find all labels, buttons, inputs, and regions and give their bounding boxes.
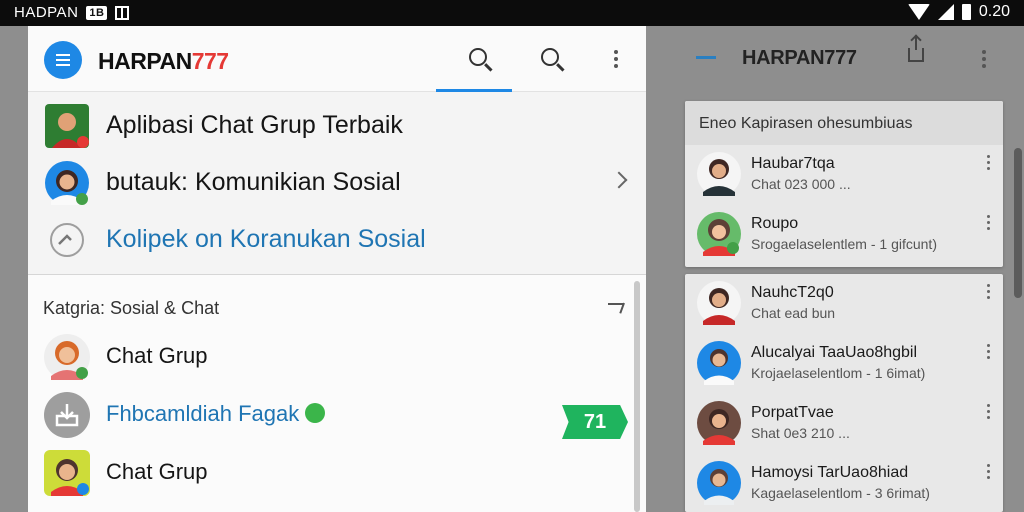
chat-row[interactable]: Haubar7tqa Chat 023 000 ... [685,145,1003,205]
chat-card: NauhcT2q0 Chat ead bun Alucalyai TaaUao8… [685,274,1003,512]
status-time: 0.20 [978,3,1010,20]
featured-link[interactable]: Kolipek on Koranukan Sosial [106,225,426,254]
chat-preview: Shat 0e3 210 ... [751,425,850,441]
chat-row[interactable]: NauhcT2q0 Chat ead bun [685,274,1003,334]
chat-row[interactable]: Hamoysi TarUao8hiad Kagaelaselentlom - 3… [685,454,1003,512]
avatar [697,152,741,196]
whatsapp-icon [305,403,326,424]
wifi-icon [907,4,930,20]
battery-icon [961,4,971,20]
menu-icon [56,54,70,56]
list-item[interactable]: Chat Grup [28,328,646,384]
avatar [697,401,741,445]
chat-name: PorpatTvae [751,404,834,421]
menu-icon-line [56,64,70,66]
tab-indicator [436,89,512,92]
more-options-icon[interactable] [614,50,618,68]
list-item[interactable]: butauk: Komunikian Sosial [28,155,646,212]
more-options-icon[interactable] [987,404,990,422]
app-avatar-icon [45,104,89,148]
app-bar: HARPAN777 [28,26,646,92]
chat-preview: Chat 023 000 ... [751,176,851,192]
list-item[interactable]: Aplibasi Chat Grup Terbaik [28,98,646,155]
chat-name: Hamoysi TarUao8hiad [751,464,909,481]
main-panel: HARPAN777 Aplibasi Chat Grup Terbaik but… [28,26,646,512]
scrollbar[interactable] [1014,148,1022,298]
edit-icon[interactable] [608,303,624,305]
share-icon[interactable] [908,36,924,62]
status-carrier-text: HADPAN [14,4,79,21]
chat-row[interactable]: Roupo Srogaelaselentlem - 1 gifcunt) [685,205,1003,265]
list-item[interactable]: Chat Grup [28,444,646,500]
contact-name: Chat Grup [106,459,208,484]
contact-link[interactable]: Fhbcamldiah Fagak [106,401,326,427]
avatar [45,161,89,205]
list-item[interactable]: Kolipek on Koranukan Sosial [28,212,646,269]
chat-name: NauhcT2q0 [751,284,834,301]
status-badge: 1B [86,5,108,20]
chevron-right-icon[interactable] [610,171,628,189]
promo-badge[interactable]: 71 [562,405,628,439]
more-options-icon[interactable] [987,155,990,173]
menu-button[interactable] [44,41,82,79]
more-options-icon[interactable] [982,50,986,68]
chat-name: Haubar7tqa [751,155,835,172]
brand-logo: HARPAN777 [98,48,229,75]
avatar [697,341,741,385]
chat-preview: Kagaelaselentlom - 3 6rimat) [751,485,930,501]
avatar [697,281,741,325]
chat-card: Eneo Kapirasen ohesumbiuas Haubar7tqa Ch… [685,101,1003,267]
contact-name: Chat Grup [106,343,208,368]
search-icon[interactable] [541,48,559,66]
signal-icon [937,4,954,20]
featured-title: Aplibasi Chat Grup Terbaik [106,111,403,139]
download-icon [44,392,90,438]
status-bar: HADPAN 1B 0.20 [0,0,1024,26]
grid-icon [115,5,130,20]
more-options-icon[interactable] [987,215,990,233]
featured-subtitle: butauk: Komunikian Sosial [106,168,401,196]
brand-logo: HARPAN777 [742,47,857,69]
chat-preview: Krojaelaselentlom - 1 6imat) [751,365,926,381]
search-icon[interactable] [469,48,487,66]
avatar [44,334,90,380]
secondary-app-bar: HARPAN777 [646,26,1024,90]
chat-preview: Srogaelaselentlem - 1 gifcunt) [751,236,937,252]
contact-link-text: Fhbcamldiah Fagak [106,401,300,426]
chat-preview: Chat ead bun [751,305,836,321]
chat-row[interactable]: PorpatTvae Shat 0e3 210 ... [685,394,1003,454]
refresh-icon [50,223,84,257]
brand-accent: 777 [191,48,229,74]
menu-icon [696,56,716,59]
avatar [697,461,741,505]
brand-main: HARPAN [98,48,192,74]
chat-row[interactable]: Alucalyai TaaUao8hgbil Krojaelaselentlom… [685,334,1003,394]
avatar [44,450,90,496]
more-options-icon[interactable] [987,284,990,302]
avatar [697,212,741,256]
chat-name: Alucalyai TaaUao8hgbil [751,344,918,361]
card-header: Eneo Kapirasen ohesumbiuas [685,101,1003,145]
featured-list: Aplibasi Chat Grup Terbaik butauk: Komun… [28,98,646,269]
menu-icon-line [56,59,70,61]
scrollbar[interactable] [634,281,640,512]
chat-name: Roupo [751,215,799,232]
more-options-icon[interactable] [987,464,990,482]
category-label: Katgria: Sosial & Chat [43,298,220,318]
list-item[interactable]: Fhbcamldiah Fagak 71 [28,386,646,442]
more-options-icon[interactable] [987,344,990,362]
